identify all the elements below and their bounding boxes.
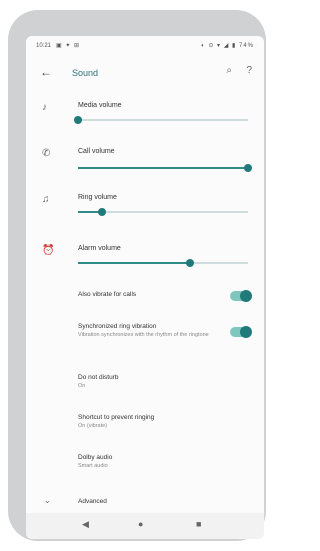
sync-ring-vibration-label: Synchronized ring vibration bbox=[78, 323, 157, 330]
do-not-disturb-row[interactable]: Do not disturb On bbox=[26, 374, 264, 396]
nav-back-icon[interactable]: ◀ bbox=[82, 519, 89, 530]
do-not-disturb-value: On bbox=[78, 383, 86, 389]
search-icon[interactable]: ⌕ bbox=[226, 65, 232, 76]
ring-volume-thumb[interactable] bbox=[97, 208, 106, 216]
sync-ring-vibration-row[interactable]: Synchronized ring vibration Vibration sy… bbox=[26, 323, 264, 349]
help-icon[interactable]: ? bbox=[246, 65, 252, 76]
media-volume-slider[interactable] bbox=[74, 116, 248, 124]
alarm-clock-icon: ⏰ bbox=[42, 245, 55, 256]
advanced-row[interactable]: ⌄ Advanced bbox=[26, 496, 264, 510]
toggle-knob bbox=[240, 326, 252, 338]
arrow-left-icon[interactable]: ← bbox=[40, 65, 52, 79]
alarm-volume-label: Alarm volume bbox=[78, 245, 121, 252]
page-title: Sound bbox=[72, 68, 99, 78]
phone-frame: 10:21 ▣ ✦ ⊞ ◐ ⊙ ▾ ◢ ▮ 74% ← Sound ⌕ ? ♪ … bbox=[8, 10, 266, 541]
call-volume-thumb[interactable] bbox=[244, 164, 252, 172]
call-volume-fill bbox=[78, 167, 248, 169]
media-volume-label: Media volume bbox=[78, 102, 122, 109]
call-volume-label: Call volume bbox=[78, 148, 115, 155]
prevent-ringing-value: On (vibrate) bbox=[78, 423, 108, 429]
media-volume-row: ♪ Media volume bbox=[26, 102, 264, 128]
do-not-disturb-label: Do not disturb bbox=[78, 374, 119, 381]
ring-volume-label: Ring volume bbox=[78, 194, 117, 201]
dolby-audio-label: Dolby audio bbox=[78, 454, 113, 461]
alarm-volume-row: ⏰ Alarm volume bbox=[26, 245, 264, 271]
call-volume-row: ✆ Call volume bbox=[26, 148, 264, 174]
media-volume-thumb[interactable] bbox=[74, 116, 82, 124]
vibrate-for-calls-label: Also vibrate for calls bbox=[78, 291, 137, 298]
status-right-icons: ◐ ⊙ ▾ ◢ ▮ 74% bbox=[201, 43, 254, 49]
dolby-audio-row[interactable]: Dolby audio Smart audio bbox=[26, 454, 264, 476]
vibrate-for-calls-row[interactable]: Also vibrate for calls bbox=[26, 290, 264, 305]
ring-volume-row: ♫ Ring volume bbox=[26, 194, 264, 220]
prevent-ringing-label: Shortcut to prevent ringing bbox=[78, 414, 155, 421]
nav-bar: ◀ ● ■ bbox=[26, 513, 264, 539]
screen: 10:21 ▣ ✦ ⊞ ◐ ⊙ ▾ ◢ ▮ 74% ← Sound ⌕ ? ♪ … bbox=[26, 36, 264, 539]
status-bar: 10:21 ▣ ✦ ⊞ ◐ ⊙ ▾ ◢ ▮ 74% bbox=[26, 36, 264, 56]
sync-ring-vibration-toggle[interactable] bbox=[230, 326, 252, 338]
toggle-knob bbox=[240, 290, 252, 302]
sync-ring-vibration-subtitle: Vibration synchronizes with the rhythm o… bbox=[78, 332, 209, 338]
bell-icon: ♫ bbox=[42, 194, 50, 205]
alarm-volume-slider[interactable] bbox=[78, 259, 248, 267]
ring-volume-slider[interactable] bbox=[78, 208, 248, 216]
nav-home-icon[interactable]: ● bbox=[138, 519, 143, 529]
status-time: 10:21 bbox=[36, 43, 52, 49]
dolby-audio-value: Smart audio bbox=[78, 463, 108, 469]
advanced-label: Advanced bbox=[78, 498, 107, 505]
status-left-icons: ▣ ✦ ⊞ bbox=[56, 43, 81, 49]
chevron-down-icon: ⌄ bbox=[44, 496, 51, 505]
music-note-icon: ♪ bbox=[42, 102, 47, 113]
alarm-volume-thumb[interactable] bbox=[186, 259, 195, 267]
app-bar: ← Sound ⌕ ? bbox=[26, 60, 264, 88]
nav-recents-icon[interactable]: ■ bbox=[196, 519, 201, 529]
prevent-ringing-row[interactable]: Shortcut to prevent ringing On (vibrate) bbox=[26, 414, 264, 436]
alarm-volume-fill bbox=[78, 262, 191, 264]
vibrate-for-calls-toggle[interactable] bbox=[230, 290, 252, 302]
phone-icon: ✆ bbox=[42, 148, 51, 159]
call-volume-slider[interactable] bbox=[78, 164, 252, 172]
